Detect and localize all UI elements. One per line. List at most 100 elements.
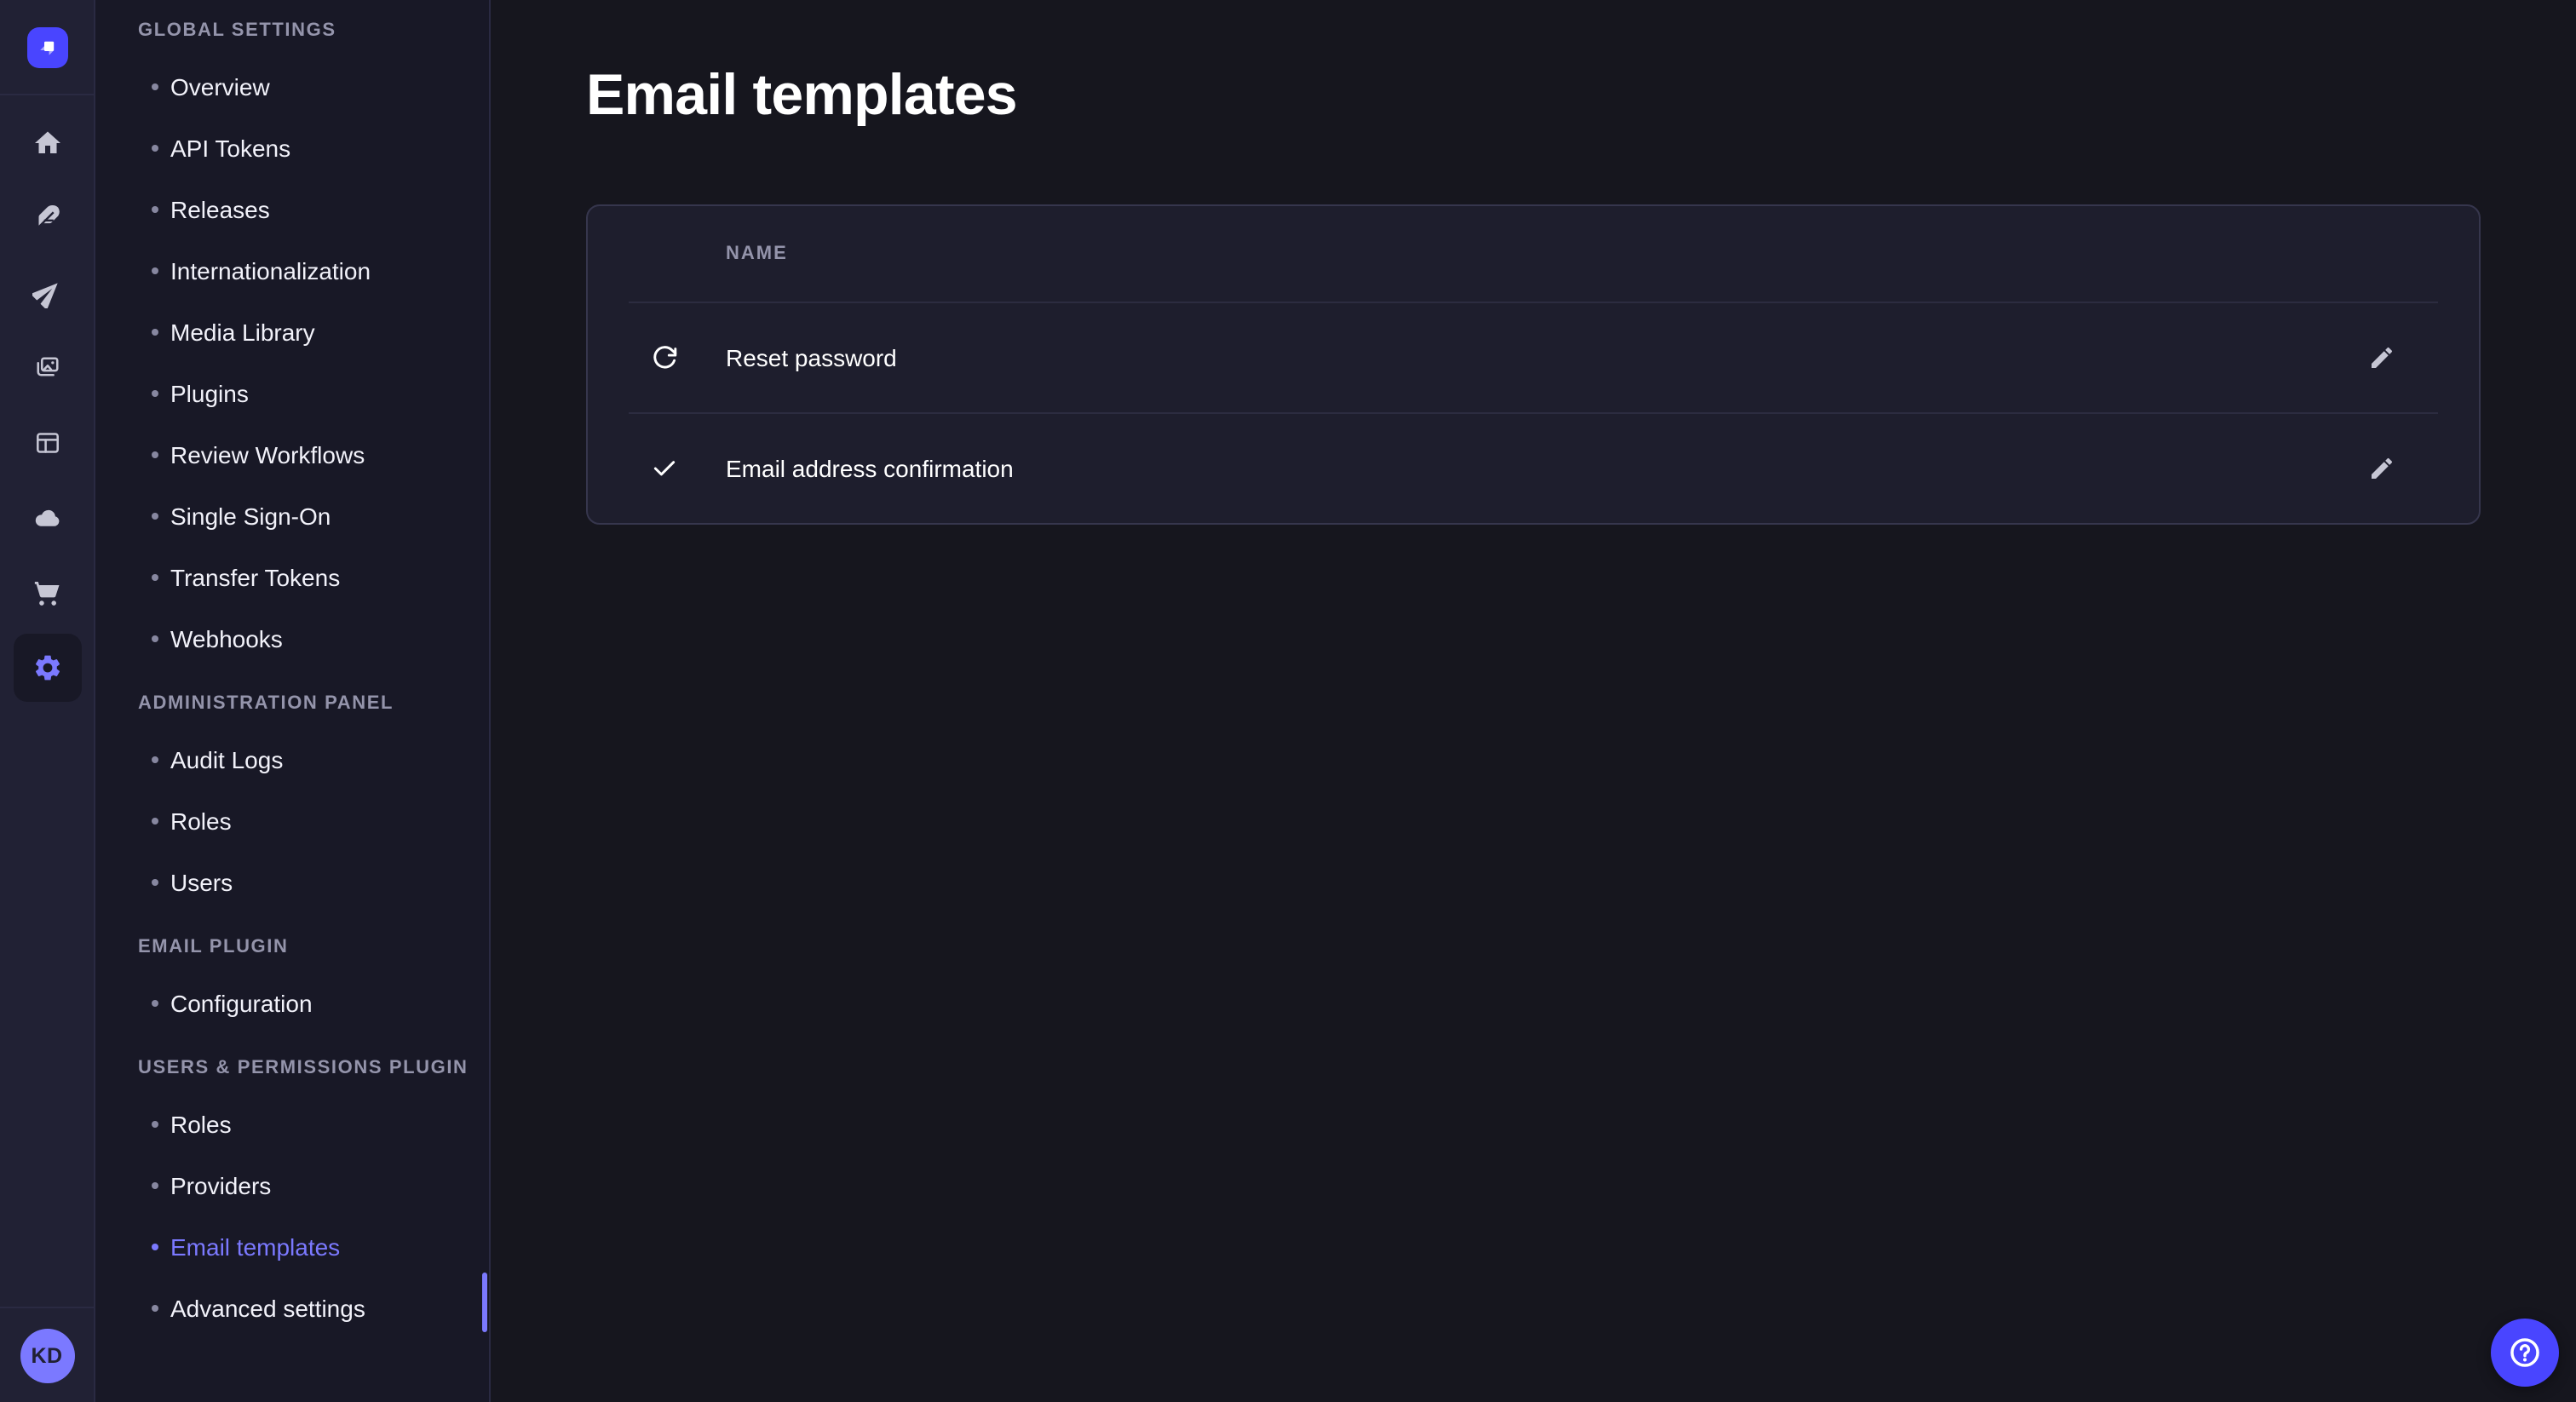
rail-item-home[interactable] (0, 106, 95, 181)
sidebar-item-label: Overview (170, 73, 270, 101)
pencil-icon (2368, 343, 2395, 371)
sidebar-item-email-templates[interactable]: Email templates (95, 1216, 489, 1278)
sidebar-item-internationalization[interactable]: Internationalization (95, 240, 489, 302)
rail-item-media-library[interactable] (0, 330, 95, 405)
sidebar-item-webhooks[interactable]: Webhooks (95, 608, 489, 669)
column-header-name: Name (726, 244, 788, 264)
sidebar-item-media-library[interactable]: Media Library (95, 302, 489, 363)
table-header-row: Name (588, 206, 2479, 302)
sidebar-item-label: API Tokens (170, 135, 290, 162)
main-content: Email templates Name Reset password Emai… (491, 0, 2576, 1402)
sidebar-item-api-tokens[interactable]: API Tokens (95, 118, 489, 179)
user-avatar[interactable]: KD (20, 1328, 74, 1382)
sidebar-item-label: Webhooks (170, 625, 283, 652)
template-row-email-address-confirmation[interactable]: Email address confirmation (588, 412, 2479, 523)
subnav-section-users-permissions-plugin: Users & Permissions plugin (95, 1058, 489, 1078)
feather-icon (13, 184, 81, 252)
sidebar-item-label: Internationalization (170, 257, 371, 284)
edit-template-button[interactable] (2355, 440, 2409, 495)
sidebar-item-label: Configuration (170, 990, 313, 1017)
settings-gear-icon (13, 634, 81, 702)
bullet (152, 1305, 158, 1312)
bullet (152, 818, 158, 825)
rail-user-section: KD (0, 1307, 94, 1402)
bullet (152, 635, 158, 642)
strapi-logo-button[interactable] (26, 26, 67, 67)
active-item-indicator (482, 1273, 487, 1332)
bullet (152, 1244, 158, 1250)
rail-item-content-manager[interactable] (0, 405, 95, 480)
sidebar-item-label: Providers (170, 1172, 271, 1199)
bullet (152, 1182, 158, 1189)
template-name: Email address confirmation (726, 454, 1014, 481)
rail-item-content-builder[interactable] (0, 181, 95, 256)
bullet (152, 83, 158, 90)
rail-item-marketplace[interactable] (0, 555, 95, 630)
bullet (152, 513, 158, 520)
subnav-section-email-plugin: Email plugin (95, 937, 489, 957)
refresh-icon (651, 343, 678, 371)
sidebar-item-overview[interactable]: Overview (95, 56, 489, 118)
bullet (152, 390, 158, 397)
sidebar-item-label: Email templates (170, 1233, 340, 1261)
strapi-logo-icon (33, 33, 60, 60)
sidebar-item-label: Review Workflows (170, 441, 365, 468)
rail-icon-nav (0, 106, 95, 705)
bullet (152, 145, 158, 152)
sidebar-item-transfer-tokens[interactable]: Transfer Tokens (95, 547, 489, 608)
media-library-icon (13, 334, 81, 402)
bullet (152, 267, 158, 274)
subnav-section-administration-panel: Administration panel (95, 693, 489, 714)
sidebar-item-label: Roles (170, 807, 232, 835)
sidebar-item-label: Users (170, 869, 233, 896)
main-nav-rail: KD (0, 0, 95, 1402)
sidebar-item-label: Transfer Tokens (170, 564, 340, 591)
sidebar-item-label: Media Library (170, 319, 315, 346)
app-window: KD Global settings Overview API Tokens R… (0, 0, 2576, 1402)
help-button[interactable] (2491, 1319, 2559, 1387)
sidebar-item-label: Plugins (170, 380, 249, 407)
bullet (152, 329, 158, 336)
bullet (152, 574, 158, 581)
sidebar-item-label: Roles (170, 1111, 232, 1138)
sidebar-item-configuration[interactable]: Configuration (95, 973, 489, 1034)
sidebar-item-admin-roles[interactable]: Roles (95, 790, 489, 852)
page-title: Email templates (586, 61, 2576, 129)
edit-template-button[interactable] (2355, 330, 2409, 384)
sidebar-item-label: Releases (170, 196, 270, 223)
logo-section (0, 0, 94, 95)
home-icon (13, 109, 81, 177)
template-row-reset-password[interactable]: Reset password (588, 302, 2479, 412)
bullet (152, 1121, 158, 1128)
sidebar-item-advanced-settings[interactable]: Advanced settings (95, 1278, 489, 1339)
bullet (152, 879, 158, 886)
sidebar-item-users[interactable]: Users (95, 852, 489, 913)
sidebar-item-review-workflows[interactable]: Review Workflows (95, 424, 489, 486)
subnav-section-global-settings: Global settings (95, 20, 489, 41)
rail-item-cloud[interactable] (0, 480, 95, 555)
question-mark-icon (2506, 1334, 2544, 1371)
sidebar-item-providers[interactable]: Providers (95, 1155, 489, 1216)
bullet (152, 206, 158, 213)
rail-item-settings[interactable] (0, 630, 95, 705)
bullet (152, 451, 158, 458)
sidebar-item-plugins[interactable]: Plugins (95, 363, 489, 424)
template-name: Reset password (726, 343, 897, 371)
layout-icon (13, 409, 81, 477)
pencil-icon (2368, 454, 2395, 481)
sidebar-item-label: Single Sign-On (170, 503, 331, 530)
sidebar-item-audit-logs[interactable]: Audit Logs (95, 729, 489, 790)
send-icon (13, 259, 81, 327)
sidebar-item-releases[interactable]: Releases (95, 179, 489, 240)
settings-subnav: Global settings Overview API Tokens Rele… (95, 0, 491, 1402)
sidebar-item-single-sign-on[interactable]: Single Sign-On (95, 486, 489, 547)
rail-item-deploy[interactable] (0, 256, 95, 330)
email-templates-table: Name Reset password Email address confir… (586, 204, 2481, 525)
sidebar-item-label: Audit Logs (170, 746, 283, 773)
bullet (152, 756, 158, 763)
check-icon (651, 454, 678, 481)
cloud-icon (13, 484, 81, 552)
sidebar-item-up-roles[interactable]: Roles (95, 1094, 489, 1155)
cart-icon (13, 559, 81, 627)
bullet (152, 1000, 158, 1007)
